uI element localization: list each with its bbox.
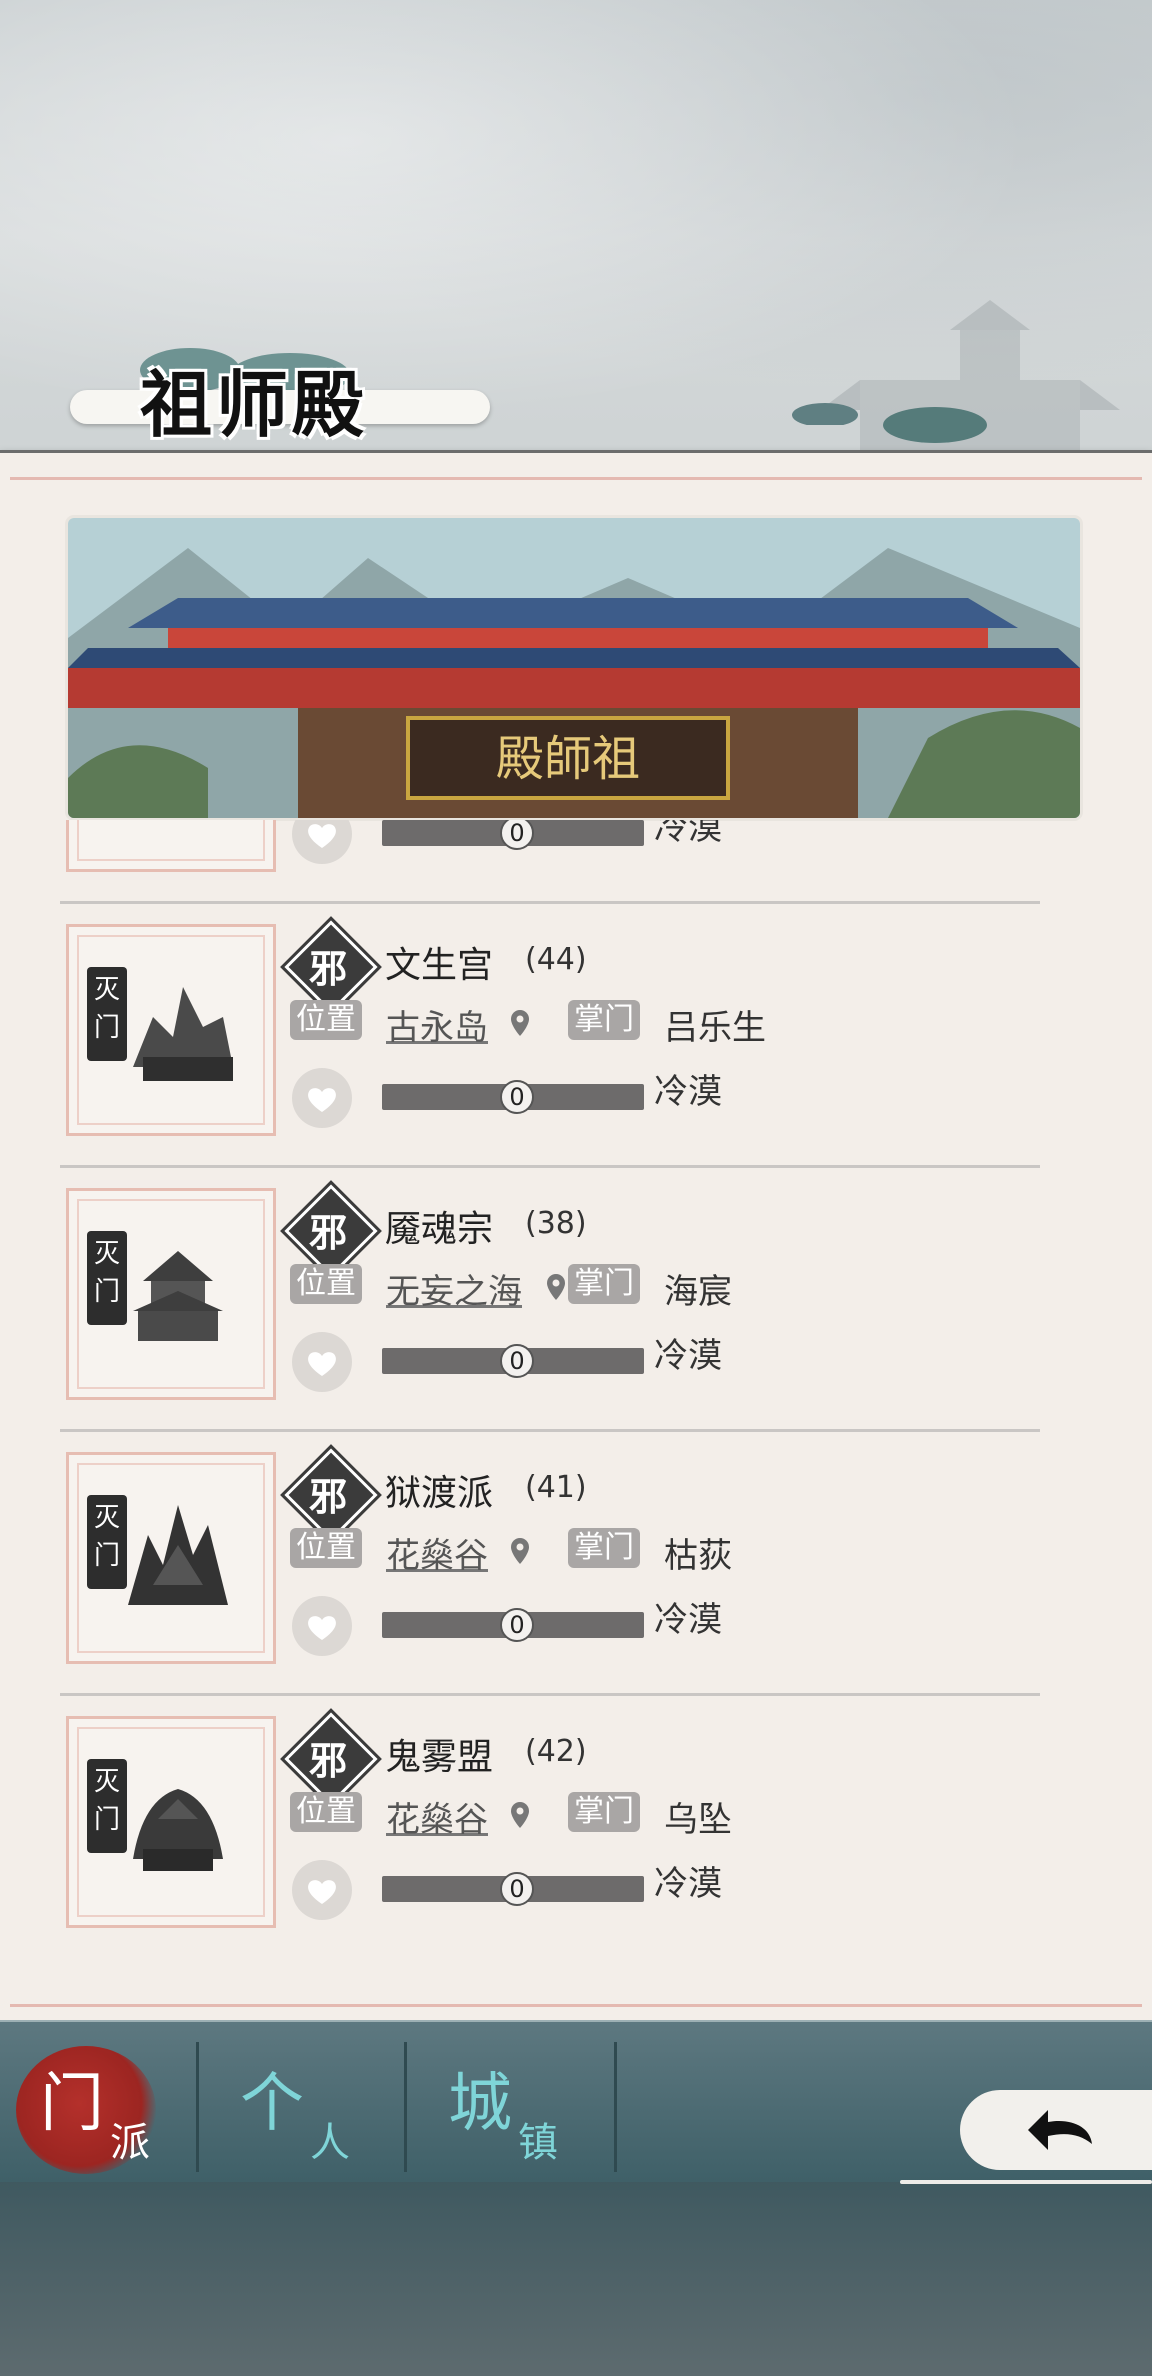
- location-label: 位置: [290, 1264, 362, 1304]
- attitude-text: 冷漠: [654, 820, 722, 848]
- sect-thumbnail: 灭门: [66, 1716, 276, 1928]
- sect-thumbnail: [66, 820, 276, 872]
- bottom-nav: 门 派 个 人 城 镇: [0, 2020, 1152, 2376]
- sect-name: 文生宫: [385, 945, 494, 986]
- location-link[interactable]: 花燊谷: [386, 1528, 488, 1577]
- location-pin-icon: [511, 1538, 529, 1564]
- affinity-bar: 0: [382, 1872, 644, 1906]
- location-link[interactable]: 花燊谷: [386, 1792, 488, 1841]
- master-label: 掌门: [568, 1264, 640, 1304]
- location-label: 位置: [290, 1000, 362, 1040]
- tab-divider: [196, 2042, 199, 2172]
- affinity-bar: 0: [382, 820, 644, 850]
- attitude-text: 冷漠: [654, 1336, 722, 1376]
- heart-icon: [292, 820, 352, 864]
- tab-divider: [404, 2042, 407, 2172]
- heart-icon: [292, 1332, 352, 1392]
- tab-personal[interactable]: 个 人: [200, 2032, 400, 2182]
- sect-building-icon: [133, 987, 233, 1081]
- title-banner: 祖师殿: [40, 330, 500, 447]
- affinity-value: 0: [500, 1872, 534, 1906]
- cloud-decoration: [792, 403, 858, 425]
- tab-divider: [614, 2042, 617, 2172]
- sect-building-icon: [133, 1789, 223, 1871]
- location-pin-icon: [511, 1802, 529, 1828]
- master-name: 海宸: [664, 1272, 732, 1312]
- attitude-text: 冷漠: [654, 1600, 722, 1640]
- sect-thumbnail: 灭门: [66, 1188, 276, 1400]
- master-label: 掌门: [568, 1528, 640, 1568]
- location-label: 位置: [290, 1792, 362, 1832]
- svg-text:殿師祖: 殿師祖: [496, 731, 640, 787]
- sect-building-icon: [133, 1251, 223, 1341]
- location-link[interactable]: 无妄之海: [386, 1264, 522, 1313]
- heart-icon: [292, 1860, 352, 1920]
- evil-faction-badge: 邪: [280, 916, 382, 1018]
- panel-border-line: [10, 2004, 1142, 2007]
- sect-building-icon: [128, 1505, 228, 1605]
- tab-town[interactable]: 城 镇: [408, 2032, 608, 2182]
- heart-icon: [292, 1596, 352, 1656]
- sect-count: (38): [525, 1206, 587, 1241]
- sect-thumbnail: 灭门: [66, 924, 276, 1136]
- page-title: 祖师殿: [140, 362, 369, 447]
- evil-faction-badge: 邪: [280, 1444, 382, 1546]
- list-item[interactable]: 灭门 邪 魇魂宗 (38) 位置 无妄之海 掌门 海宸 0 冷漠: [60, 1168, 1040, 1432]
- affinity-bar: 0: [382, 1344, 644, 1378]
- attitude-text: 冷漠: [654, 1072, 722, 1112]
- affinity-bar: 0: [382, 1080, 644, 1114]
- sect-thumbnail: 灭门: [66, 1452, 276, 1664]
- list-item[interactable]: 灭门 邪 鬼雾盟 (42) 位置 花燊谷 掌门 乌坠 0 冷漠: [60, 1696, 1040, 1960]
- heart-icon: [292, 1068, 352, 1128]
- affinity-value: 0: [500, 1080, 534, 1114]
- location-link[interactable]: 古永岛: [386, 1000, 488, 1049]
- evil-faction-badge: 邪: [280, 1180, 382, 1282]
- attitude-text: 冷漠: [654, 1864, 722, 1904]
- sect-name: 狱渡派: [385, 1473, 494, 1514]
- sect-count: (42): [525, 1734, 587, 1769]
- sect-name: 魇魂宗: [385, 1209, 494, 1250]
- cloud-decoration: [883, 407, 987, 443]
- location-pin-icon: [547, 1274, 565, 1300]
- back-button[interactable]: [900, 2080, 1152, 2190]
- tab-sect[interactable]: 门 派: [0, 2032, 200, 2182]
- master-label: 掌门: [568, 1792, 640, 1832]
- evil-faction-badge: 邪: [280, 1708, 382, 1810]
- list-item[interactable]: 灭门 邪 文生宫 (44) 位置 古永岛 掌门 吕乐生 0 冷漠: [60, 904, 1040, 1168]
- affinity-value: 0: [500, 820, 534, 850]
- master-label: 掌门: [568, 1000, 640, 1040]
- location-label: 位置: [290, 1528, 362, 1568]
- panel-border-line: [10, 477, 1142, 480]
- master-name: 枯荻: [664, 1536, 732, 1576]
- sect-count: (44): [525, 942, 587, 977]
- affinity-bar: 0: [382, 1608, 644, 1642]
- master-name: 吕乐生: [664, 1008, 766, 1048]
- master-name: 乌坠: [664, 1800, 732, 1840]
- list-item[interactable]: 灭门 邪 狱渡派 (41) 位置 花燊谷 掌门 枯荻 0 冷漠: [60, 1432, 1040, 1696]
- back-arrow-icon: [1028, 2110, 1092, 2150]
- sect-count: (41): [525, 1470, 587, 1505]
- affinity-value: 0: [500, 1344, 534, 1378]
- sect-list[interactable]: 0 冷漠 灭门 邪 文生宫 (44) 位置 古永岛 掌门 吕乐生 0 冷漠 灭 …: [60, 820, 1040, 1980]
- sect-name: 鬼雾盟: [385, 1737, 494, 1778]
- hall-banner-image: 殿師祖: [68, 518, 1080, 818]
- affinity-value: 0: [500, 1608, 534, 1642]
- list-item-partial[interactable]: 0 冷漠: [60, 820, 1040, 904]
- location-pin-icon: [511, 1010, 529, 1036]
